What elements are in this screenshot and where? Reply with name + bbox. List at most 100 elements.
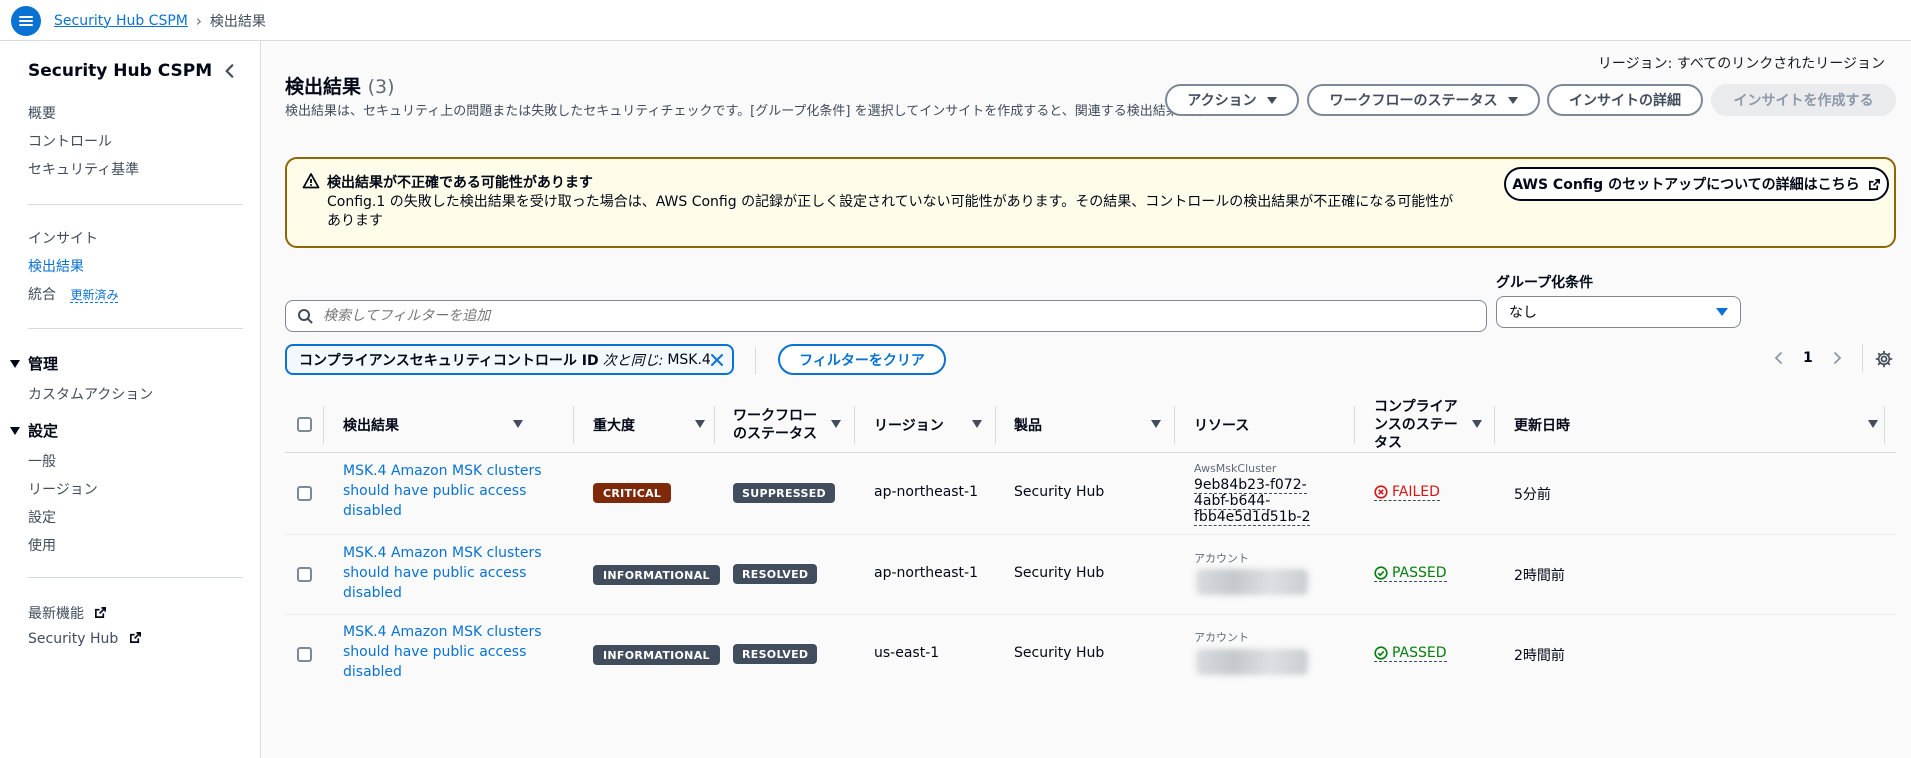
gear-icon[interactable] [1875,350,1893,368]
menu-button[interactable] [11,6,41,36]
table-row: MSK.4 Amazon MSK clusters should have pu… [285,453,1896,535]
button-label: AWS Config のセットアップについての詳細はこちら [1512,177,1860,193]
filter-field: コンプライアンスセキュリティコントロール ID [299,352,599,369]
group-by-label: グループ化条件 [1496,275,1594,291]
sidebar-item-insights[interactable]: インサイト [28,228,98,248]
column-header-severity[interactable]: 重大度 [593,396,713,453]
section-title: 管理 [28,355,59,373]
sidebar-item-overview[interactable]: 概要 [28,103,56,123]
create-insight-button[interactable]: インサイトを作成する [1711,84,1896,116]
chevron-right-icon[interactable] [1830,351,1844,365]
resource-id-text: 9eb84b23-f072-4abf-b644-fbb4e5d1d51b-2 [1194,477,1311,526]
redacted-account-id [1196,649,1308,675]
column-separator [1884,406,1885,444]
sidebar-divider [28,204,243,205]
sidebar-item-findings[interactable]: 検出結果 [28,256,84,276]
link-label: Security Hub [28,631,119,647]
group-by-select[interactable]: なし [1496,296,1741,328]
insight-details-button[interactable]: インサイトの詳細 [1547,84,1703,116]
selected-value: なし [1509,305,1537,321]
button-label: ワークフローのステータス [1329,93,1498,109]
resource-id-link[interactable]: 9eb84b23-f072-4abf-b644-fbb4e5d1d51b-2 [1194,477,1334,526]
chevron-left-icon[interactable] [1772,351,1786,365]
sidebar-item-controls[interactable]: コントロール [28,131,112,151]
finding-count: (3) [367,76,395,98]
finding-title-link[interactable]: MSK.4 Amazon MSK clusters should have pu… [343,543,543,603]
chevron-left-icon[interactable] [221,62,239,80]
row-checkbox[interactable] [297,647,312,662]
column-separator [1354,406,1355,444]
warning-icon [302,173,320,189]
sort-icon [972,420,982,428]
sidebar-link-whats-new[interactable]: 最新機能 [28,603,107,623]
breadcrumb-root-link[interactable]: Security Hub CSPM [54,13,188,29]
sidebar: Security Hub CSPM 概要 コントロール セキュリティ基準 インサ… [0,41,261,758]
page-title: 検出結果 (3) [285,72,395,99]
header-label: 更新日時 [1514,417,1570,434]
severity-badge: CRITICAL [593,483,672,503]
title-text: 検出結果 [285,76,362,98]
select-all-checkbox[interactable] [297,417,312,432]
workflow-status-button[interactable]: ワークフローのステータス [1307,84,1540,116]
severity-badge: INFORMATIONAL [593,645,720,665]
chevron-right-icon: › [195,12,202,30]
search-bar[interactable] [285,300,1487,332]
sidebar-item-regions[interactable]: リージョン [28,479,98,499]
actions-button[interactable]: アクション [1165,84,1299,116]
column-header-finding[interactable]: 検出結果 [343,396,533,453]
column-separator [995,406,996,444]
column-header-region[interactable]: リージョン [874,396,984,453]
top-navigation: Security Hub CSPM › 検出結果 [0,0,1911,41]
status-label: PASSED [1392,565,1447,581]
sidebar-item-configuration[interactable]: 設定 [28,507,56,527]
filter-token[interactable]: コンプライアンスセキュリティコントロール ID 次と同じ: MSK.4 [285,344,734,375]
column-header-product[interactable]: 製品 [1014,396,1161,453]
sidebar-item-general[interactable]: 一般 [28,451,56,471]
column-separator [573,406,574,444]
search-input[interactable] [323,308,1423,324]
finding-title-link[interactable]: MSK.4 Amazon MSK clusters should have pu… [343,461,543,521]
updated-value: 2時間前 [1514,568,1565,584]
close-icon[interactable] [710,353,724,367]
sidebar-item-integrations[interactable]: 統合 更新済み [28,284,119,304]
header-label: 製品 [1014,417,1042,434]
page-description: 検出結果は、セキュリティ上の問題または失敗したセキュリティチェックです。[グルー… [285,104,1282,119]
warning-text: Config.1 の失敗した検出結果を受け取った場合は、AWS Config の… [327,194,1454,229]
clear-filters-button[interactable]: フィルターをクリア [778,344,946,375]
breadcrumb-current: 検出結果 [209,14,266,30]
row-checkbox[interactable] [297,567,312,582]
column-header-updated[interactable]: 更新日時 [1514,396,1884,453]
warning-alert: 検出結果が不正確である可能性があります Config.1 の失敗した検出結果を受… [285,157,1896,248]
sidebar-item-usage[interactable]: 使用 [28,535,56,555]
column-header-compliance[interactable]: コンプライアンスのステータス [1374,396,1482,453]
status-label: FAILED [1392,484,1440,500]
sidebar-item-custom-actions[interactable]: カスタムアクション [28,384,153,404]
button-label: インサイトを作成する [1733,93,1874,109]
region-value: us-east-1 [874,645,940,661]
sort-icon [513,420,523,428]
region-indicator: リージョン: すべてのリンクされたリージョン [1597,56,1885,72]
page-number[interactable]: 1 [1803,350,1813,366]
button-label: アクション [1187,93,1257,109]
external-link-icon [129,632,141,643]
sidebar-divider [28,328,243,329]
updated-value: 2時間前 [1514,648,1565,664]
header-label: リージョン [874,417,944,434]
sidebar-section-settings[interactable]: 設定 [10,420,58,441]
sidebar-title: Security Hub CSPM [28,61,213,81]
column-header-workflow[interactable]: ワークフローのステータス [733,396,841,453]
table-row: MSK.4 Amazon MSK clusters should have pu… [285,535,1896,615]
resource-type: アカウント [1194,552,1249,565]
table-row: MSK.4 Amazon MSK clusters should have pu… [285,615,1896,695]
filter-operator: 次と同じ: [602,352,664,369]
pagination: 1 [1772,350,1844,366]
row-checkbox[interactable] [297,486,312,501]
sidebar-link-security-hub[interactable]: Security Hub [28,631,142,647]
sidebar-item-standards[interactable]: セキュリティ基準 [28,159,139,179]
column-separator [714,406,715,444]
aws-config-learn-more-button[interactable]: AWS Config のセットアップについての詳細はこちら [1504,167,1889,201]
compliance-status: PASSED [1374,645,1447,662]
filter-value: MSK.4 [667,351,711,368]
sidebar-section-management[interactable]: 管理 [10,353,58,374]
finding-title-link[interactable]: MSK.4 Amazon MSK clusters should have pu… [343,622,543,682]
